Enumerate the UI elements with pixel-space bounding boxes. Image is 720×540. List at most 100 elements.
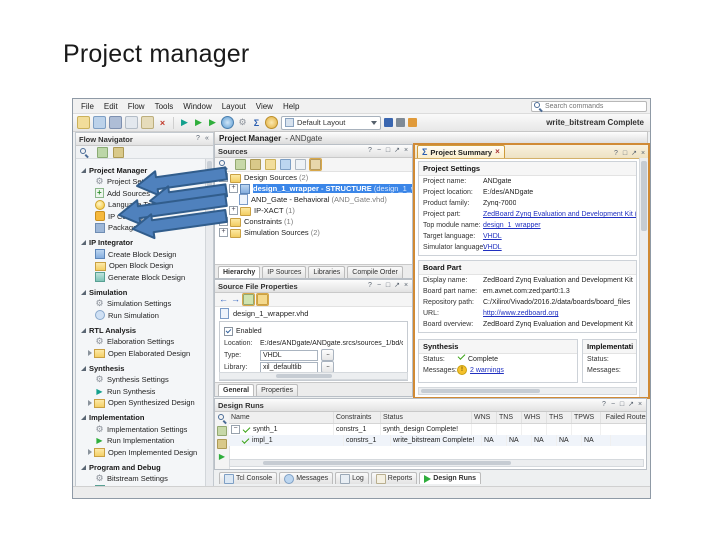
maximize-icon[interactable]: □ — [622, 150, 628, 158]
forward-arrow-icon[interactable]: → — [231, 295, 240, 304]
expander-plus-icon[interactable]: + — [229, 206, 238, 215]
paste-icon[interactable] — [141, 116, 154, 129]
column-header-whs[interactable]: WHS — [522, 412, 547, 423]
sidebar-item-project-settings[interactable]: Project Settings — [76, 176, 206, 188]
source-tree-item-design-sources[interactable]: − Design Sources (2) — [215, 172, 412, 183]
run-synthesis-icon[interactable]: ▶ — [179, 117, 190, 128]
expand-all-icon[interactable] — [97, 146, 108, 158]
search-icon[interactable] — [80, 147, 89, 157]
expander-minus-icon[interactable]: − — [231, 425, 240, 434]
browse-button[interactable] — [321, 349, 334, 361]
sidebar-item-language-templates[interactable]: Language Templates — [76, 199, 206, 211]
menu-item-help[interactable]: Help — [278, 101, 304, 112]
scope-highlighted-icon[interactable] — [309, 158, 322, 171]
collapse-panel-icon[interactable]: « — [204, 135, 210, 143]
property-input-library[interactable]: xil_defaultlib — [260, 361, 318, 373]
float-icon[interactable]: ↗ — [394, 147, 400, 155]
source-tree-item-and-gate-behavioral[interactable]: AND_Gate - Behavioral (AND_Gate.vhd) — [215, 194, 412, 205]
source-tree-item-ip-xact[interactable]: + IP-XACT (1) — [215, 205, 412, 216]
sources-tab-libraries[interactable]: Libraries — [308, 266, 346, 278]
design-runs-hscrollbar[interactable] — [229, 459, 644, 467]
search-icon[interactable] — [219, 160, 228, 169]
sidebar-item-run-simulation[interactable]: Run Simulation — [76, 310, 206, 322]
bottom-tab-design-runs[interactable]: Design Runs — [419, 472, 482, 484]
help-icon[interactable]: ? — [367, 282, 373, 290]
sidebar-section-rtl-analysis[interactable]: RTL Analysis — [76, 324, 206, 336]
summary-value[interactable]: http://www.zedboard.org — [483, 308, 559, 319]
sidebar-section-implementation[interactable]: Implementation — [76, 412, 206, 424]
sidebar-item-open-elaborated-design[interactable]: Open Elaborated Design — [76, 348, 206, 360]
search-icon[interactable] — [217, 414, 227, 423]
search-commands-input[interactable] — [545, 103, 633, 110]
layout-selector[interactable]: Default Layout — [281, 115, 381, 130]
sidebar-item-run-synthesis[interactable]: Run Synthesis — [76, 386, 206, 398]
sidebar-section-project-manager[interactable]: Project Manager — [76, 164, 206, 176]
bottom-tab-reports[interactable]: Reports — [370, 472, 418, 484]
world-icon[interactable] — [221, 116, 234, 129]
close-tab-icon[interactable]: × — [495, 148, 500, 156]
run-step-icon[interactable]: ▶ — [207, 117, 218, 128]
float-icon[interactable]: ↗ — [394, 282, 400, 290]
enabled-checkbox[interactable] — [224, 326, 233, 336]
sidebar-item-elaboration-settings[interactable]: Elaboration Settings — [76, 336, 206, 348]
collapse-all-icon[interactable] — [113, 146, 124, 158]
maximize-icon[interactable]: □ — [385, 147, 391, 155]
maximize-icon[interactable]: □ — [619, 401, 625, 409]
expander-plus-icon[interactable]: + — [229, 184, 238, 193]
bottom-tab-messages[interactable]: Messages — [279, 472, 334, 484]
summary-vscrollbar[interactable] — [639, 158, 648, 397]
menu-item-edit[interactable]: Edit — [99, 101, 123, 112]
delete-icon[interactable]: × — [157, 117, 168, 128]
menu-item-view[interactable]: View — [251, 101, 278, 112]
refresh-icon[interactable] — [280, 159, 291, 170]
summary-value[interactable]: VHDL — [483, 242, 502, 253]
design-run-row-synth-1[interactable]: −synth_1constrs_1synth_design Complete!1… — [229, 424, 646, 435]
synthesis-warnings-link[interactable]: 2 warnings — [470, 365, 504, 376]
collapse-tree-icon[interactable] — [235, 159, 246, 170]
sidebar-item-open-block-design[interactable]: Open Block Design — [76, 260, 206, 272]
float-icon[interactable]: ↗ — [628, 401, 634, 409]
copy-icon[interactable] — [125, 116, 138, 129]
reports-sigma-icon[interactable]: Σ — [251, 117, 262, 128]
save-icon[interactable] — [109, 116, 122, 129]
menu-item-tools[interactable]: Tools — [150, 101, 179, 112]
sidebar-item-add-sources[interactable]: Add Sources — [76, 188, 206, 200]
design-run-row-impl-1[interactable]: impl_1 constrs_1 write_bitstream Complete!… — [229, 435, 646, 446]
expand-tree-icon[interactable] — [250, 159, 261, 170]
sidebar-item-synthesis-settings[interactable]: Synthesis Settings — [76, 374, 206, 386]
expand-tree-icon[interactable] — [217, 439, 227, 449]
file-icon[interactable] — [295, 159, 306, 170]
sources-tab-ip-sources[interactable]: IP Sources — [262, 266, 307, 278]
clock-icon[interactable] — [265, 116, 278, 129]
sidebar-item-run-implementation[interactable]: Run Implementation — [76, 435, 206, 447]
properties-tab-general[interactable]: General — [218, 384, 255, 396]
help-icon[interactable]: ? — [601, 401, 607, 409]
close-icon[interactable]: × — [403, 147, 409, 155]
summary-hscrollbar[interactable] — [418, 387, 637, 395]
properties-hscrollbar[interactable] — [219, 372, 408, 380]
sidebar-item-ip-catalog[interactable]: IP Catalog — [76, 211, 206, 223]
minimize-icon[interactable]: − — [376, 147, 382, 155]
bottom-tab-tcl-console[interactable]: Tcl Console — [219, 472, 278, 484]
back-arrow-icon[interactable]: ← — [219, 295, 228, 304]
highlight-pen-icon[interactable] — [408, 118, 417, 127]
sidebar-item-generate-block-design[interactable]: Generate Block Design — [76, 272, 206, 284]
sidebar-item-bitstream-settings[interactable]: Bitstream Settings — [76, 473, 206, 485]
maximize-icon[interactable]: □ — [385, 282, 391, 290]
sidebar-section-simulation[interactable]: Simulation — [76, 286, 206, 298]
close-icon[interactable]: × — [403, 282, 409, 290]
sources-tab-hierarchy[interactable]: Hierarchy — [218, 266, 261, 278]
sidebar-section-program-and-debug[interactable]: Program and Debug — [76, 461, 206, 473]
property-input-type[interactable]: VHDL — [260, 349, 318, 361]
column-header-ths[interactable]: THS — [547, 412, 572, 423]
source-tree-item-design-1-wrapper-structure[interactable]: + design_1_wrapper - STRUCTURE (design_1_… — [215, 183, 412, 194]
properties-tab-properties[interactable]: Properties — [256, 384, 298, 396]
float-icon[interactable]: ↗ — [631, 150, 637, 158]
launch-run-icon[interactable]: ▶ — [219, 452, 225, 461]
help-icon[interactable]: ? — [613, 150, 619, 158]
dashboard-icon[interactable] — [396, 118, 405, 127]
expander-plus-icon[interactable]: + — [219, 228, 228, 237]
summary-value[interactable]: VHDL — [483, 231, 502, 242]
summary-value[interactable]: ZedBoard Zynq Evaluation and Development… — [483, 209, 636, 220]
help-icon[interactable]: ? — [367, 147, 373, 155]
